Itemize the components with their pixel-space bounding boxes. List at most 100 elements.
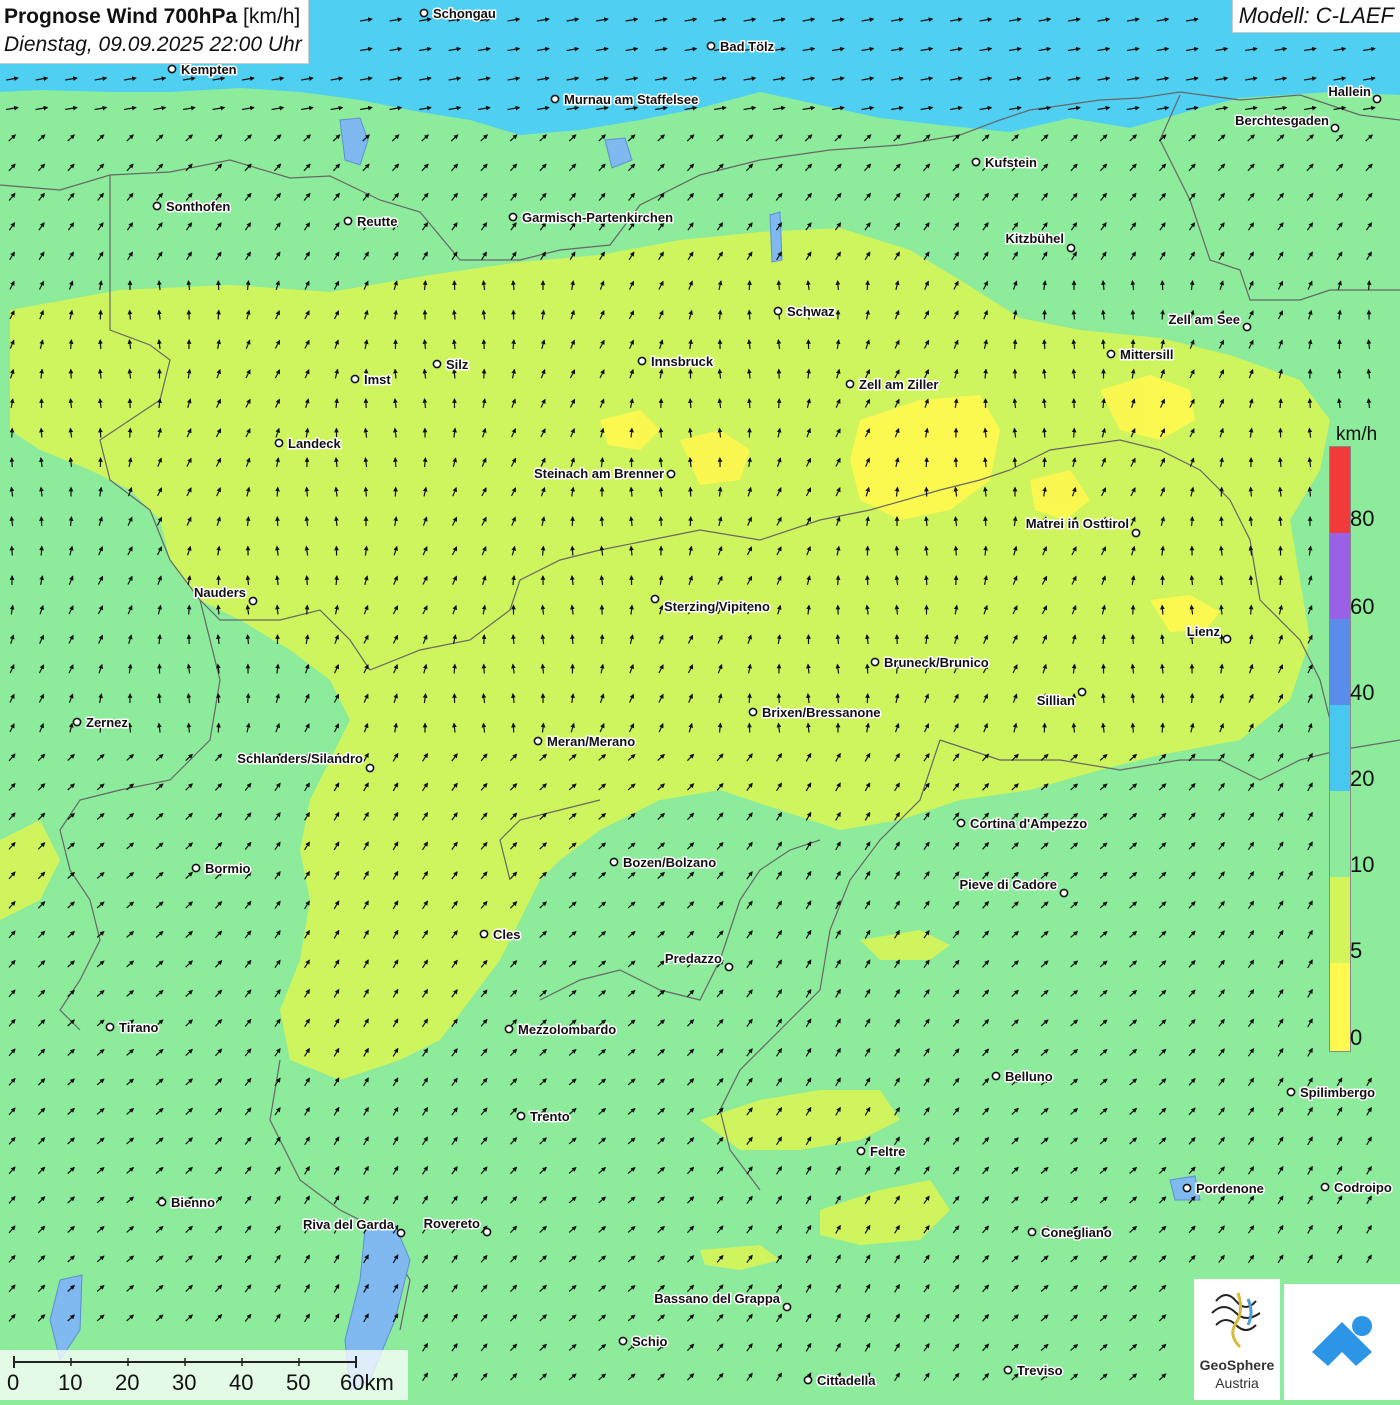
city-label: Landeck <box>288 436 342 451</box>
wind-arrow <box>602 635 603 644</box>
city-dot <box>725 963 732 970</box>
city-dot <box>1028 1228 1035 1235</box>
legend-tick-60: 60 <box>1350 594 1374 620</box>
city-dot <box>1373 95 1380 102</box>
wind-arrow <box>336 576 337 585</box>
wind-map[interactable]: SchongauKemptenBad TölzMurnau am Staffel… <box>0 0 1400 1400</box>
city-dot <box>804 1376 811 1383</box>
wind-arrow <box>41 547 42 556</box>
city-dot <box>610 858 617 865</box>
wind-arrow <box>690 517 691 526</box>
city-label: Pordenone <box>1196 1181 1264 1196</box>
wind-arrow <box>720 311 721 320</box>
city-label: Bruneck/Brunico <box>884 655 989 670</box>
city-dot <box>1132 529 1139 536</box>
wind-arrow <box>189 606 190 615</box>
wind-arrow <box>1133 635 1134 644</box>
legend-band-0 <box>1330 963 1350 1051</box>
city-label: Cittadella <box>817 1373 876 1388</box>
city-label: Brixen/Bressanone <box>762 705 881 720</box>
wind-arrow <box>1044 340 1045 349</box>
city-label: Garmisch-Partenkirchen <box>522 210 673 225</box>
city-label: Zernez <box>86 715 128 730</box>
weather-app-logo <box>1284 1284 1400 1400</box>
city-dot <box>397 1229 404 1236</box>
scale-label-50: 50 <box>286 1370 310 1396</box>
wind-arrow <box>1310 488 1311 497</box>
legend-band-20 <box>1330 705 1350 791</box>
city-label: Bozen/Bolzano <box>623 855 716 870</box>
city-label: Meran/Merano <box>547 734 635 749</box>
city-dot <box>972 158 979 165</box>
color-legend <box>1329 446 1351 1052</box>
city-label: Schio <box>632 1334 667 1349</box>
wind-arrow <box>307 576 308 585</box>
geosphere-logo-line2: Austria <box>1194 1375 1280 1391</box>
city-dot <box>857 1147 864 1154</box>
city-label: Belluno <box>1005 1069 1053 1084</box>
city-dot <box>249 597 256 604</box>
wind-arrow <box>602 517 603 526</box>
wind-arrow <box>513 340 514 349</box>
wind-arrow <box>277 606 278 615</box>
wind-arrow <box>395 458 396 467</box>
city-dot <box>638 357 645 364</box>
wind-arrow <box>779 281 780 290</box>
wind-arrow <box>926 458 927 467</box>
city-label: Steinach am Brenner <box>534 466 664 481</box>
wind-arrow <box>12 458 13 467</box>
wind-arrow <box>307 488 308 497</box>
title-unit: [km/h] <box>243 5 300 28</box>
city-dot <box>1060 889 1067 896</box>
city-dot <box>551 95 558 102</box>
city-dot <box>1004 1366 1011 1373</box>
scale-label-20: 20 <box>115 1370 139 1396</box>
wind-arrow <box>1162 606 1163 615</box>
wind-arrow <box>1015 458 1016 467</box>
wind-arrow <box>690 399 691 408</box>
wind-arrow <box>956 547 957 556</box>
city-label: Codroipo <box>1334 1180 1392 1195</box>
city-label: Kitzbühel <box>1006 231 1065 246</box>
wind-arrow <box>1044 429 1045 438</box>
legend-band-60 <box>1330 533 1350 619</box>
city-dot <box>1243 323 1250 330</box>
wind-arrow <box>867 576 868 585</box>
wind-arrow <box>130 311 131 320</box>
city-dot <box>651 595 658 602</box>
city-label: Trento <box>530 1109 570 1124</box>
city-label: Reutte <box>357 214 397 229</box>
city-dot <box>992 1072 999 1079</box>
city-dot <box>534 737 541 744</box>
legend-tick-0: 0 <box>1350 1025 1362 1051</box>
city-label: Bormio <box>205 861 251 876</box>
city-label: Hallein <box>1328 84 1371 99</box>
city-label: Riva del Garda <box>303 1217 395 1232</box>
wind-arrow <box>513 635 514 644</box>
wind-arrow <box>926 576 927 585</box>
city-dot <box>1078 688 1085 695</box>
city-label: Treviso <box>1017 1363 1063 1378</box>
title-box: Prognose Wind 700hPa [km/h] Dienstag, 09… <box>0 0 309 64</box>
legend-tick-10: 10 <box>1350 852 1374 878</box>
wind-arrow <box>189 311 190 320</box>
wind-arrow <box>12 547 13 556</box>
wind-arrow <box>1339 370 1340 379</box>
city-dot <box>667 470 674 477</box>
app-logo-icon <box>1284 1284 1400 1400</box>
wind-arrow <box>484 340 485 349</box>
wind-arrow <box>1251 606 1252 615</box>
city-dot <box>509 213 516 220</box>
wind-arrow <box>484 665 485 674</box>
legend-tick-5: 5 <box>1350 938 1362 964</box>
wind-arrow <box>425 458 426 467</box>
wind-arrow <box>779 694 780 703</box>
city-dot <box>517 1112 524 1119</box>
city-dot <box>366 764 373 771</box>
wind-arrow <box>1162 694 1163 703</box>
city-dot <box>505 1025 512 1032</box>
wind-arrow <box>189 724 190 733</box>
city-label: Schlanders/Silandro <box>237 751 363 766</box>
model-label: Modell: C-LAEF <box>1232 0 1400 33</box>
city-dot <box>1107 350 1114 357</box>
